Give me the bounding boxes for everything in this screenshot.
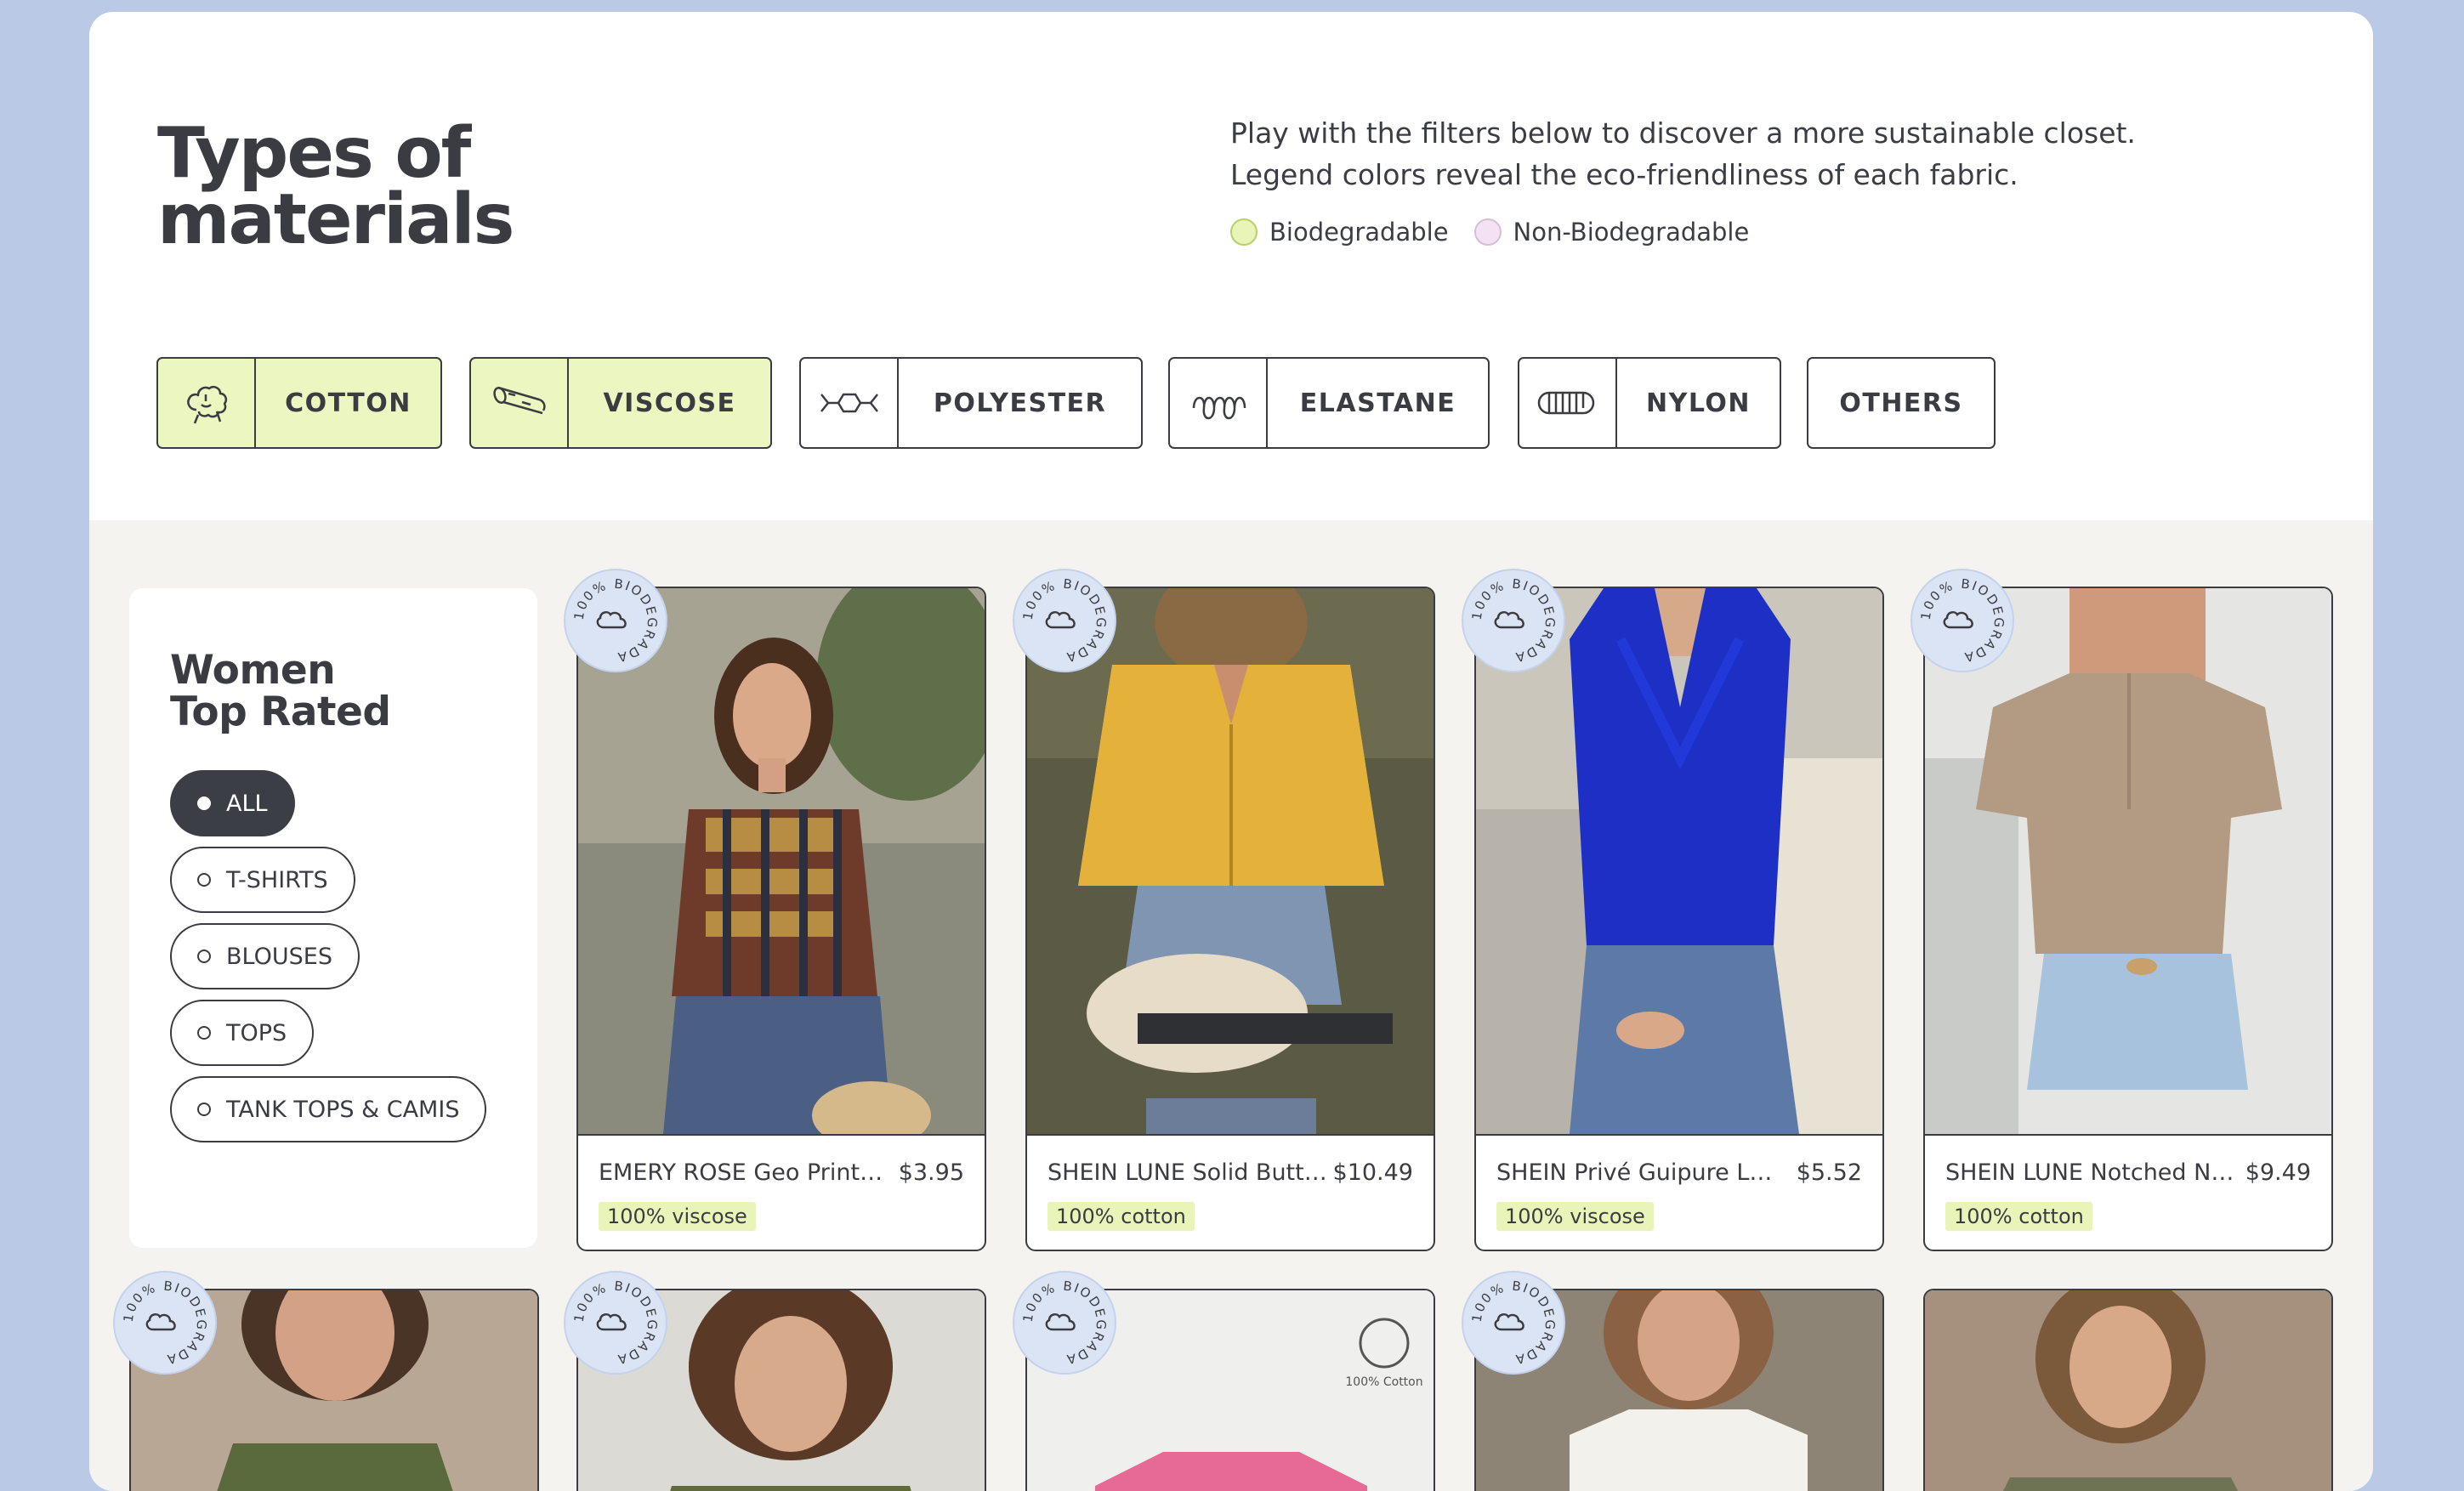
filter-polyester-label: POLYESTER: [933, 388, 1107, 418]
product-name[interactable]: SHEIN LUNE Solid Butto...: [1047, 1159, 1337, 1186]
filter-elastane-label: ELASTANE: [1299, 388, 1456, 418]
biodegradable-badge: 100% BIODEGRADABLE: [112, 1270, 217, 1375]
filter-nylon[interactable]: NYLON: [1518, 357, 1781, 449]
category-tank-tops-camis[interactable]: TANK TOPS & CAMIS: [170, 1076, 487, 1142]
legend-dot-biodegradable: [1230, 218, 1258, 246]
legend-dot-non-biodegradable: [1473, 218, 1502, 246]
materials-header-section: Types of materials Play with the filters…: [89, 12, 2373, 520]
product-name[interactable]: SHEIN LUNE Notched Ne...: [1945, 1159, 2234, 1186]
filter-cotton[interactable]: COTTON: [156, 357, 442, 449]
cotton-label-text: 100% Cotton: [1345, 1375, 1422, 1389]
biodegradable-badge: 100% BIODEGRADABLE: [563, 1270, 667, 1375]
product-card[interactable]: SHEIN LUNE Solid Butto... $10.49 100% co…: [1025, 587, 1435, 1251]
wood-log-icon: [471, 359, 569, 447]
biodegradable-badge: 100% BIODEGRADABLE: [563, 568, 667, 672]
product-name[interactable]: SHEIN Privé Guipure Lac...: [1496, 1159, 1786, 1186]
category-label: BLOUSES: [226, 943, 332, 970]
fiber-strand-icon: [1519, 359, 1617, 447]
filter-elastane[interactable]: ELASTANE: [1168, 357, 1490, 449]
product-card[interactable]: [1923, 1289, 2333, 1491]
category-label: T-SHIRTS: [226, 866, 328, 893]
legend-label: Biodegradable: [1269, 218, 1449, 247]
product-price: $3.95: [898, 1159, 964, 1186]
legend-item-biodegradable: Biodegradable: [1230, 218, 1449, 247]
product-price: $10.49: [1332, 1159, 1413, 1186]
filter-others[interactable]: OTHERS: [1807, 357, 1996, 449]
filter-viscose-label: VISCOSE: [603, 388, 736, 418]
main-panel: Types of materials Play with the filters…: [89, 12, 2373, 1491]
intro-line2: Legend colors reveal the eco-friendlines…: [1230, 158, 2018, 191]
filter-viscose[interactable]: VISCOSE: [469, 357, 772, 449]
product-card[interactable]: EMERY ROSE Geo Print B... $3.95 100% vis…: [576, 587, 986, 1251]
radio-dot: [197, 1026, 211, 1040]
legend-label: Non-Biodegradable: [1513, 218, 1750, 247]
category-label: TOPS: [226, 1019, 287, 1046]
sidebar-title: Women Top Rated: [170, 649, 391, 733]
category-tops[interactable]: TOPS: [170, 1000, 315, 1066]
biodegradable-badge: 100% BIODEGRADABLE: [1012, 568, 1116, 672]
category-all[interactable]: ALL: [170, 770, 295, 836]
category-label: ALL: [226, 790, 268, 817]
page-title-line2: materials: [157, 179, 514, 260]
biodegradable-badge: 100% BIODEGRADABLE: [1461, 568, 1565, 672]
product-price: $9.49: [2245, 1159, 2311, 1186]
category-t-shirts[interactable]: T-SHIRTS: [170, 847, 355, 913]
polymer-chain-icon: [801, 359, 899, 447]
legend: Biodegradable Non-Biodegradable: [1230, 218, 1749, 247]
cotton-flower-icon: [158, 359, 256, 447]
radio-dot: [197, 873, 211, 887]
sidebar-title-line1: Women: [170, 647, 336, 694]
product-price: $5.52: [1796, 1159, 1862, 1186]
legend-item-non-biodegradable: Non-Biodegradable: [1473, 218, 1750, 247]
category-sidebar: Women Top Rated ALL T-SHIRTS BLOUSES TOP…: [129, 588, 537, 1248]
product-card[interactable]: SHEIN LUNE Notched Ne... $9.49 100% cott…: [1923, 587, 2333, 1251]
intro-line1: Play with the filters below to discover …: [1230, 116, 2136, 150]
material-tag: 100% cotton: [1047, 1202, 1195, 1231]
filter-polyester[interactable]: POLYESTER: [799, 357, 1143, 449]
category-label: TANK TOPS & CAMIS: [226, 1096, 460, 1123]
spring-coil-icon: [1170, 359, 1268, 447]
sidebar-title-line2: Top Rated: [170, 689, 391, 735]
biodegradable-badge: 100% BIODEGRADABLE: [1012, 1270, 1116, 1375]
product-name[interactable]: EMERY ROSE Geo Print B...: [599, 1159, 888, 1186]
page-title: Types of materials: [157, 113, 514, 260]
page-title-line1: Types of: [157, 113, 471, 194]
product-image[interactable]: [1925, 1290, 2331, 1491]
material-tag: 100% viscose: [599, 1202, 756, 1231]
category-blouses[interactable]: BLOUSES: [170, 923, 360, 989]
biodegradable-badge: 100% BIODEGRADABLE: [1910, 568, 2014, 672]
filter-nylon-label: NYLON: [1646, 388, 1751, 418]
product-card[interactable]: SHEIN Privé Guipure Lac... $5.52 100% vi…: [1474, 587, 1884, 1251]
radio-dot: [197, 1103, 211, 1116]
intro-text: Play with the filters below to discover …: [1230, 112, 2136, 196]
radio-dot: [197, 797, 211, 810]
filter-cotton-label: COTTON: [285, 388, 412, 418]
material-tag: 100% viscose: [1496, 1202, 1654, 1231]
radio-dot: [197, 950, 211, 963]
filter-others-label: OTHERS: [1839, 388, 1963, 418]
material-tag: 100% cotton: [1945, 1202, 2092, 1231]
biodegradable-badge: 100% BIODEGRADABLE: [1461, 1270, 1565, 1375]
